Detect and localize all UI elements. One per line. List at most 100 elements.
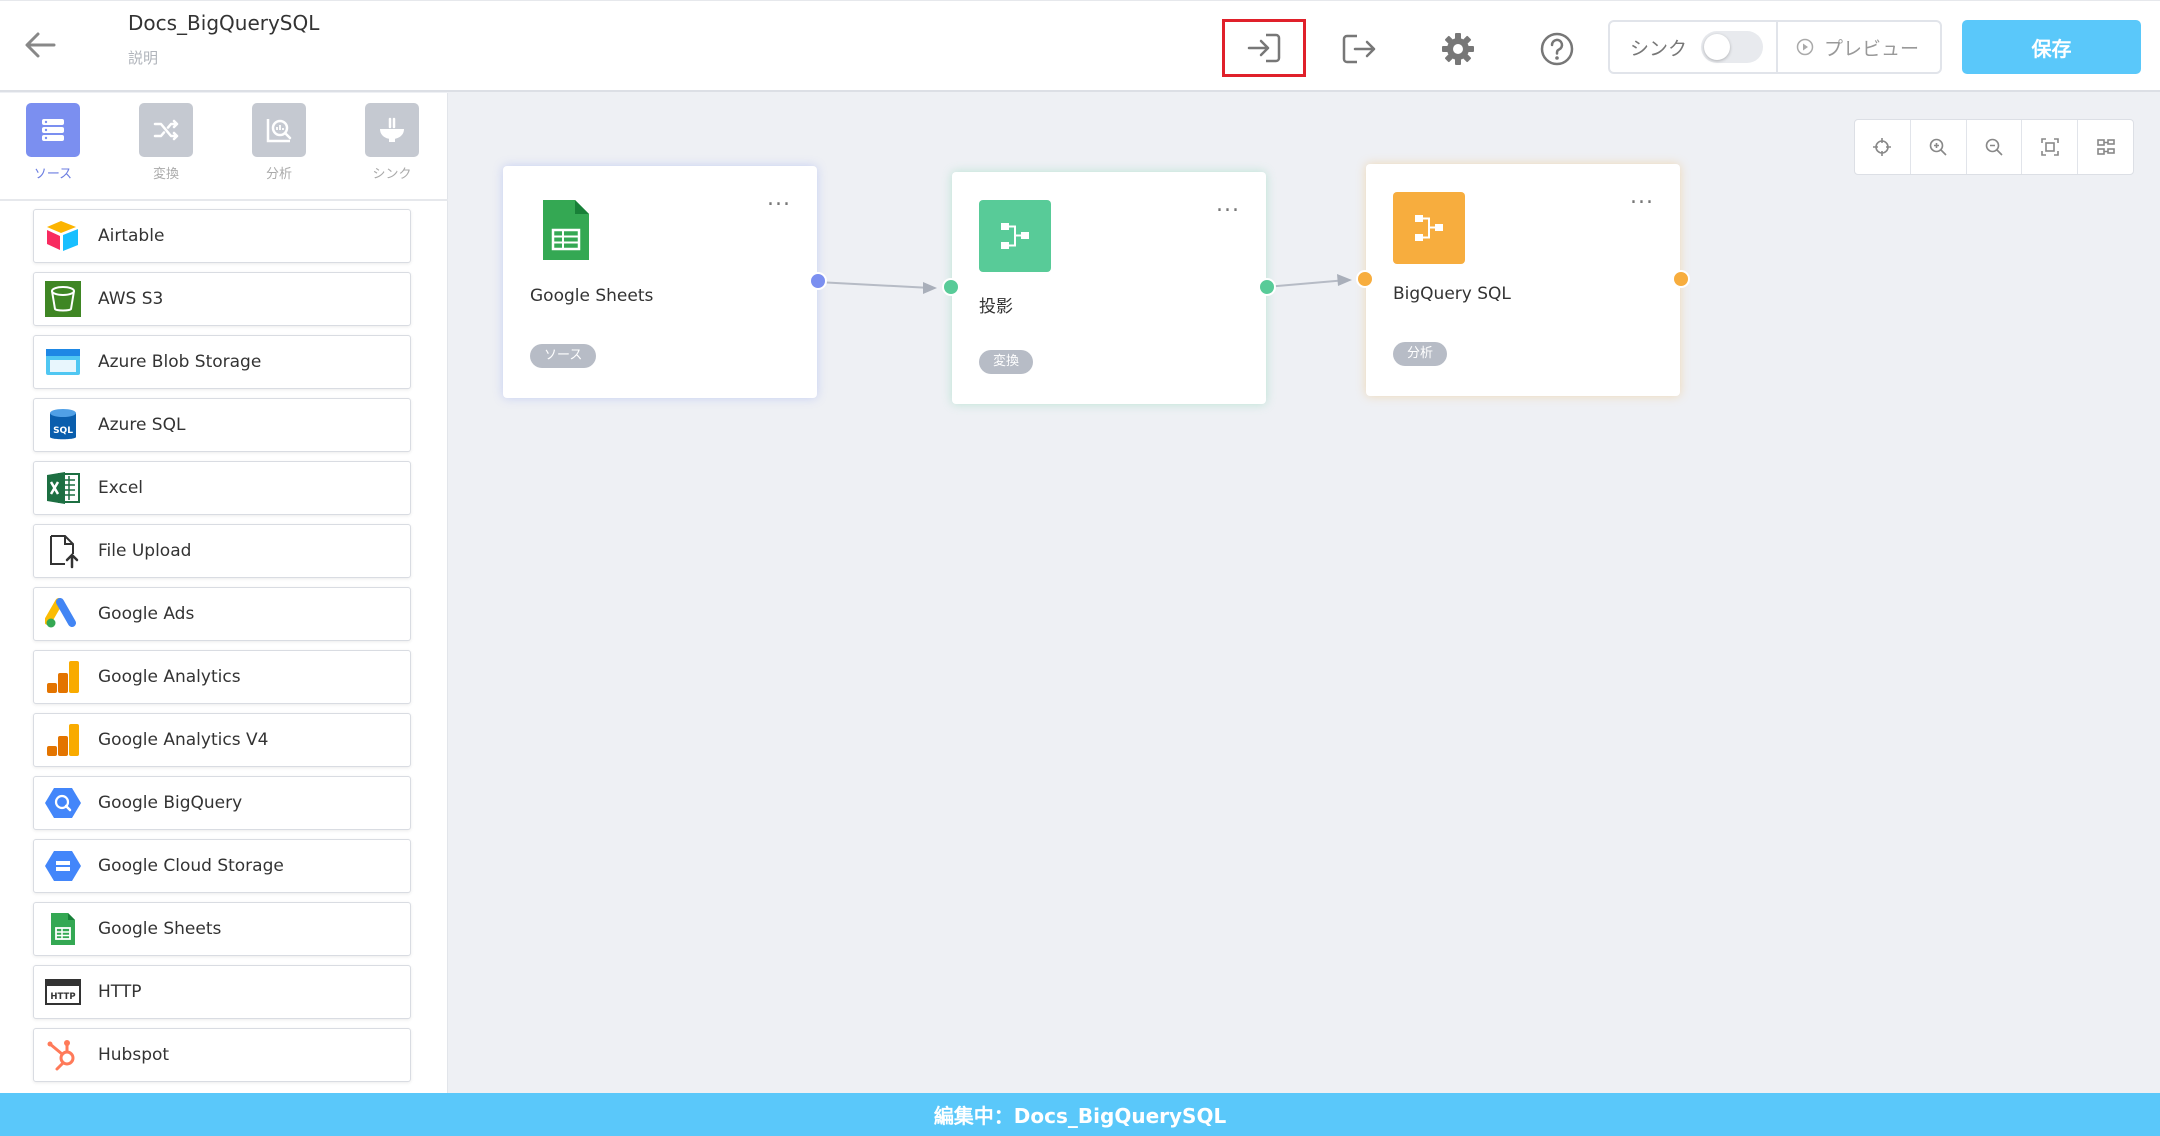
connector-google-analytics-v4[interactable]: Google Analytics V4 <box>33 713 411 767</box>
zoom-in-icon <box>1929 138 1947 156</box>
layout-icon <box>2096 139 2115 155</box>
preview-button[interactable]: プレビュー <box>1778 22 1919 72</box>
connector-file-upload[interactable]: File Upload <box>33 524 411 578</box>
hubspot-icon <box>44 1036 82 1074</box>
center-button[interactable] <box>1855 120 1911 174</box>
node-bigquery-sql[interactable]: ... BigQuery SQL 分析 <box>1356 164 1690 396</box>
document-title[interactable]: Docs_BigQuerySQL <box>128 11 319 35</box>
shuffle-icon <box>139 103 193 157</box>
connector-google-cloud-storage[interactable]: Google Cloud Storage <box>33 839 411 893</box>
tab-source[interactable]: ソース <box>8 103 98 182</box>
output-port[interactable] <box>1672 270 1690 288</box>
edge-projection-to-bigquery <box>1264 279 1348 288</box>
tab-transform[interactable]: 変換 <box>121 103 211 182</box>
tab-transform-label: 変換 <box>152 167 179 182</box>
connector-name: Hubspot <box>98 1045 170 1065</box>
connector-sidebar: ソース 変換 分析 シンク Airtable AWS S3 Azure Blob… <box>0 93 448 1093</box>
connector-name: Google Ads <box>98 604 195 624</box>
preview-label: プレビュー <box>1824 37 1920 60</box>
connector-name: HTTP <box>98 982 142 1002</box>
connector-aws-s3[interactable]: AWS S3 <box>33 272 411 326</box>
file-upload-icon <box>44 532 82 570</box>
google-analytics-icon <box>44 721 82 759</box>
question-circle-icon <box>1540 32 1574 66</box>
connector-google-bigquery[interactable]: Google BigQuery <box>33 776 411 830</box>
node-badge: 分析 <box>1393 342 1448 366</box>
node-google-sheets[interactable]: ... Google Sheets ソース <box>503 166 827 398</box>
node-menu-button[interactable]: ... <box>767 188 791 210</box>
document-description[interactable]: 説明 <box>128 47 158 68</box>
back-button[interactable] <box>20 25 60 65</box>
connector-azure-sql[interactable]: SQL Azure SQL <box>33 398 411 452</box>
tab-analysis[interactable]: 分析 <box>234 103 324 182</box>
connector-name: Azure SQL <box>98 415 186 435</box>
category-tabs: ソース 変換 分析 シンク <box>0 93 448 201</box>
mode-switcher: シンク プレビュー <box>1608 20 1942 74</box>
connector-google-ads[interactable]: Google Ads <box>33 587 411 641</box>
analysis-flow-icon <box>1393 192 1465 264</box>
azure-sql-icon: SQL <box>44 406 82 444</box>
toggle-knob <box>1704 34 1731 60</box>
sync-label: シンク <box>1630 37 1688 60</box>
connector-google-analytics[interactable]: Google Analytics <box>33 650 411 704</box>
fit-view-icon <box>2040 138 2059 156</box>
connector-list: Airtable AWS S3 Azure Blob Storage SQL A… <box>33 209 411 1091</box>
connector-name: AWS S3 <box>98 289 164 309</box>
export-button[interactable] <box>1331 21 1387 77</box>
sign-in-icon <box>1247 33 1281 63</box>
app-header: Docs_BigQuerySQL 説明 シンク プレビュー 保存 <box>0 0 2160 92</box>
svg-text:HTTP: HTTP <box>50 992 75 1002</box>
input-port[interactable] <box>1356 270 1374 288</box>
help-button[interactable] <box>1529 21 1585 77</box>
analysis-icon <box>252 103 306 157</box>
node-badge: ソース <box>530 344 597 368</box>
aws-s3-icon <box>44 280 82 318</box>
node-menu-button[interactable]: ... <box>1216 194 1240 216</box>
flow-canvas[interactable]: ... Google Sheets ソース ... 投影 変換 ... BigQ… <box>449 93 2160 1093</box>
sync-toggle-group[interactable]: シンク <box>1610 22 1778 72</box>
canvas-toolbar <box>1854 119 2134 175</box>
connector-name: Google Analytics <box>98 667 241 687</box>
zoom-in-button[interactable] <box>1911 120 1967 174</box>
crosshair-icon <box>1873 138 1892 156</box>
connector-name: Excel <box>98 478 144 498</box>
tab-sink[interactable]: シンク <box>347 103 437 182</box>
gear-icon <box>1442 33 1474 65</box>
airtable-icon <box>44 217 82 255</box>
connector-excel[interactable]: Excel <box>33 461 411 515</box>
connector-name: Azure Blob Storage <box>98 352 262 372</box>
node-menu-button[interactable]: ... <box>1630 186 1654 208</box>
google-analytics-icon <box>44 658 82 696</box>
connector-http[interactable]: HTTP HTTP <box>33 965 411 1019</box>
node-title: Google Sheets <box>530 286 654 306</box>
connector-name: Google Cloud Storage <box>98 856 284 876</box>
tab-source-label: ソース <box>33 167 73 182</box>
output-port[interactable] <box>1258 278 1276 296</box>
connector-google-sheets[interactable]: Google Sheets <box>33 902 411 956</box>
import-button[interactable] <box>1222 19 1306 77</box>
auto-layout-button[interactable] <box>2078 120 2133 174</box>
play-circle-icon <box>1796 38 1814 56</box>
input-port[interactable] <box>942 278 960 296</box>
connector-hubspot[interactable]: Hubspot <box>33 1028 411 1082</box>
node-projection[interactable]: ... 投影 変換 <box>942 172 1276 404</box>
save-button[interactable]: 保存 <box>1962 20 2141 74</box>
connector-name: Google Sheets <box>98 919 222 939</box>
fit-view-button[interactable] <box>2022 120 2079 174</box>
connector-airtable[interactable]: Airtable <box>33 209 411 263</box>
settings-button[interactable] <box>1430 21 1486 77</box>
node-title: BigQuery SQL <box>1393 284 1511 304</box>
transform-icon <box>979 200 1051 272</box>
arrow-left-icon <box>25 32 56 58</box>
edge-arrow <box>923 282 937 294</box>
sync-toggle[interactable] <box>1701 31 1764 63</box>
tab-sink-label: シンク <box>372 167 412 182</box>
gcs-icon <box>44 847 82 885</box>
output-port[interactable] <box>809 272 827 290</box>
google-ads-icon <box>44 595 82 633</box>
node-badge: 変換 <box>979 350 1034 374</box>
connector-azure-blob[interactable]: Azure Blob Storage <box>33 335 411 389</box>
status-bar: 編集中：Docs_BigQuerySQL <box>0 1093 2160 1136</box>
connector-name: Google BigQuery <box>98 793 243 813</box>
zoom-out-button[interactable] <box>1967 120 2023 174</box>
